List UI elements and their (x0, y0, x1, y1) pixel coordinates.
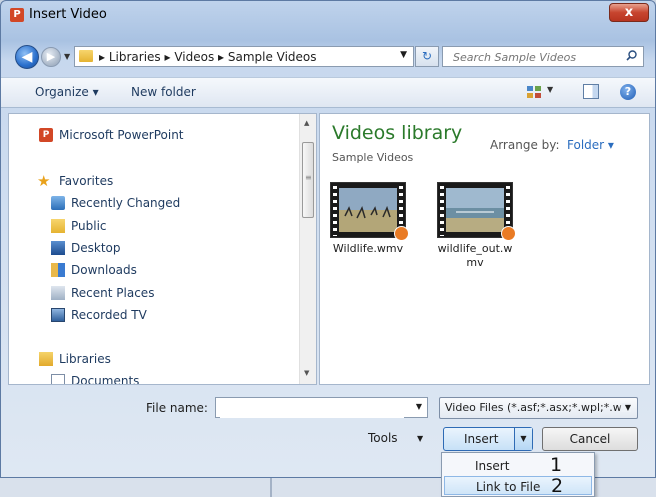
libraries-icon (39, 352, 53, 366)
preview-pane-icon[interactable] (583, 84, 599, 99)
sidebar-scrollbar[interactable]: ▲ ≡ ▼ (299, 114, 316, 384)
menu-item-label: Insert (475, 459, 510, 473)
callout-number: 2 (551, 475, 564, 497)
library-title: Videos library (332, 122, 463, 144)
refresh-button[interactable]: ↻ (415, 46, 439, 67)
file-type-value: Video Files (*.asf;*.asx;*.wpl;*.w (445, 401, 622, 414)
breadcrumb[interactable]: ▸ Libraries ▸ Videos ▸ Sample Videos (99, 50, 317, 64)
menu-item-insert[interactable]: Insert 1 (444, 454, 592, 476)
menu-item-link-to-file[interactable]: Link to File 2 (444, 475, 592, 497)
search-icon[interactable] (626, 50, 637, 61)
scrollbar-thumb[interactable]: ≡ (302, 142, 314, 218)
back-button[interactable]: ◀ (15, 45, 39, 69)
insert-options-menu: Insert 1 Link to File 2 (441, 452, 595, 497)
file-list-pane: Videos library Sample Videos Arrange by:… (319, 113, 650, 385)
video-thumbnail (330, 182, 409, 241)
video-badge-icon (394, 226, 409, 241)
arrange-by-dropdown[interactable]: Folder ▾ (567, 138, 614, 152)
insert-video-dialog: P Insert Video x ◀ ▶ ▼ ▸ Libraries ▸ Vid… (0, 0, 656, 478)
menu-item-label: Link to File (476, 480, 541, 494)
tools-menu[interactable]: Tools (368, 431, 398, 445)
file-name-label: Wildlife.wmv (332, 242, 404, 255)
navigation-pane: P Microsoft PowerPoint ★ Favorites Recen… (8, 113, 317, 385)
search-box[interactable] (442, 46, 644, 67)
file-type-select[interactable]: Video Files (*.asf;*.asx;*.wpl;*.w ▼ (439, 397, 638, 419)
command-toolbar: Organize ▾ New folder ▼ ? (1, 77, 655, 108)
video-preview-image (339, 188, 397, 232)
video-preview-image (446, 188, 504, 232)
file-name-input[interactable] (220, 399, 404, 418)
folder-icon (79, 50, 93, 62)
file-name-dropdown-icon[interactable]: ▼ (416, 402, 422, 411)
sidebar-item-label: Documents (71, 374, 140, 385)
help-icon[interactable]: ? (620, 84, 636, 100)
sidebar-item-label: Public (71, 219, 107, 233)
sidebar-item-label: Libraries (59, 352, 111, 366)
close-button[interactable]: x (609, 3, 649, 22)
powerpoint-app-icon: P (10, 8, 24, 22)
sidebar-item-label: Desktop (71, 241, 121, 255)
view-options-chevron-icon[interactable]: ▼ (547, 85, 553, 94)
recent-icon (51, 196, 65, 210)
navigation-bar: ◀ ▶ ▼ ▸ Libraries ▸ Videos ▸ Sample Vide… (1, 41, 655, 71)
recent-pages-chevron-icon[interactable]: ▼ (64, 52, 70, 61)
file-name-label: wildlife_out.wmv (437, 242, 513, 269)
grip-icon: ≡ (305, 173, 312, 182)
cancel-button[interactable]: Cancel (542, 427, 638, 451)
address-dropdown-icon[interactable]: ▼ (400, 50, 407, 60)
video-thumbnail (437, 182, 516, 241)
video-badge-icon (501, 226, 516, 241)
forward-button[interactable]: ▶ (41, 47, 61, 67)
file-item-wildlife[interactable]: Wildlife.wmv (322, 182, 414, 256)
insert-split-button[interactable]: Insert ▼ (443, 427, 533, 451)
downloads-icon (51, 263, 65, 277)
sidebar-item-label: Downloads (71, 263, 137, 277)
search-input[interactable] (451, 49, 625, 66)
scroll-up-icon[interactable]: ▲ (304, 119, 309, 127)
file-item-wildlife-out[interactable]: wildlife_out.wmv (429, 182, 521, 270)
tv-icon (51, 308, 65, 322)
file-type-chevron-icon[interactable]: ▼ (618, 403, 631, 412)
powerpoint-icon: P (39, 128, 53, 142)
library-subtitle: Sample Videos (332, 151, 414, 164)
file-name-combobox[interactable]: ▼ (215, 397, 428, 418)
new-folder-button[interactable]: New folder (131, 85, 196, 99)
sidebar-item-label: Recorded TV (71, 308, 147, 322)
dialog-title: Insert Video (29, 7, 107, 22)
insert-button-label[interactable]: Insert (464, 432, 498, 446)
folder-icon (51, 219, 65, 233)
sidebar-item-label: Favorites (59, 174, 114, 188)
documents-icon (51, 374, 65, 384)
title-bar: P Insert Video x (1, 1, 655, 27)
arrange-by-label: Arrange by: (490, 138, 560, 152)
insert-dropdown-arrow-icon[interactable]: ▼ (514, 428, 532, 450)
callout-number: 1 (550, 454, 563, 476)
sidebar-item-label: Recently Changed (71, 196, 181, 210)
tools-chevron-icon[interactable]: ▼ (417, 434, 423, 443)
scroll-down-icon[interactable]: ▼ (304, 369, 309, 377)
organize-menu[interactable]: Organize ▾ (35, 85, 99, 99)
sidebar-item-label: Recent Places (71, 286, 155, 300)
star-icon: ★ (37, 172, 51, 190)
file-name-label: File name: (146, 401, 208, 415)
recent-places-icon (51, 286, 65, 300)
desktop-icon (51, 241, 65, 255)
address-bar[interactable]: ▸ Libraries ▸ Videos ▸ Sample Videos ▼ (74, 46, 414, 67)
change-view-icon[interactable] (526, 85, 542, 99)
sidebar-item-label: Microsoft PowerPoint (59, 128, 184, 142)
